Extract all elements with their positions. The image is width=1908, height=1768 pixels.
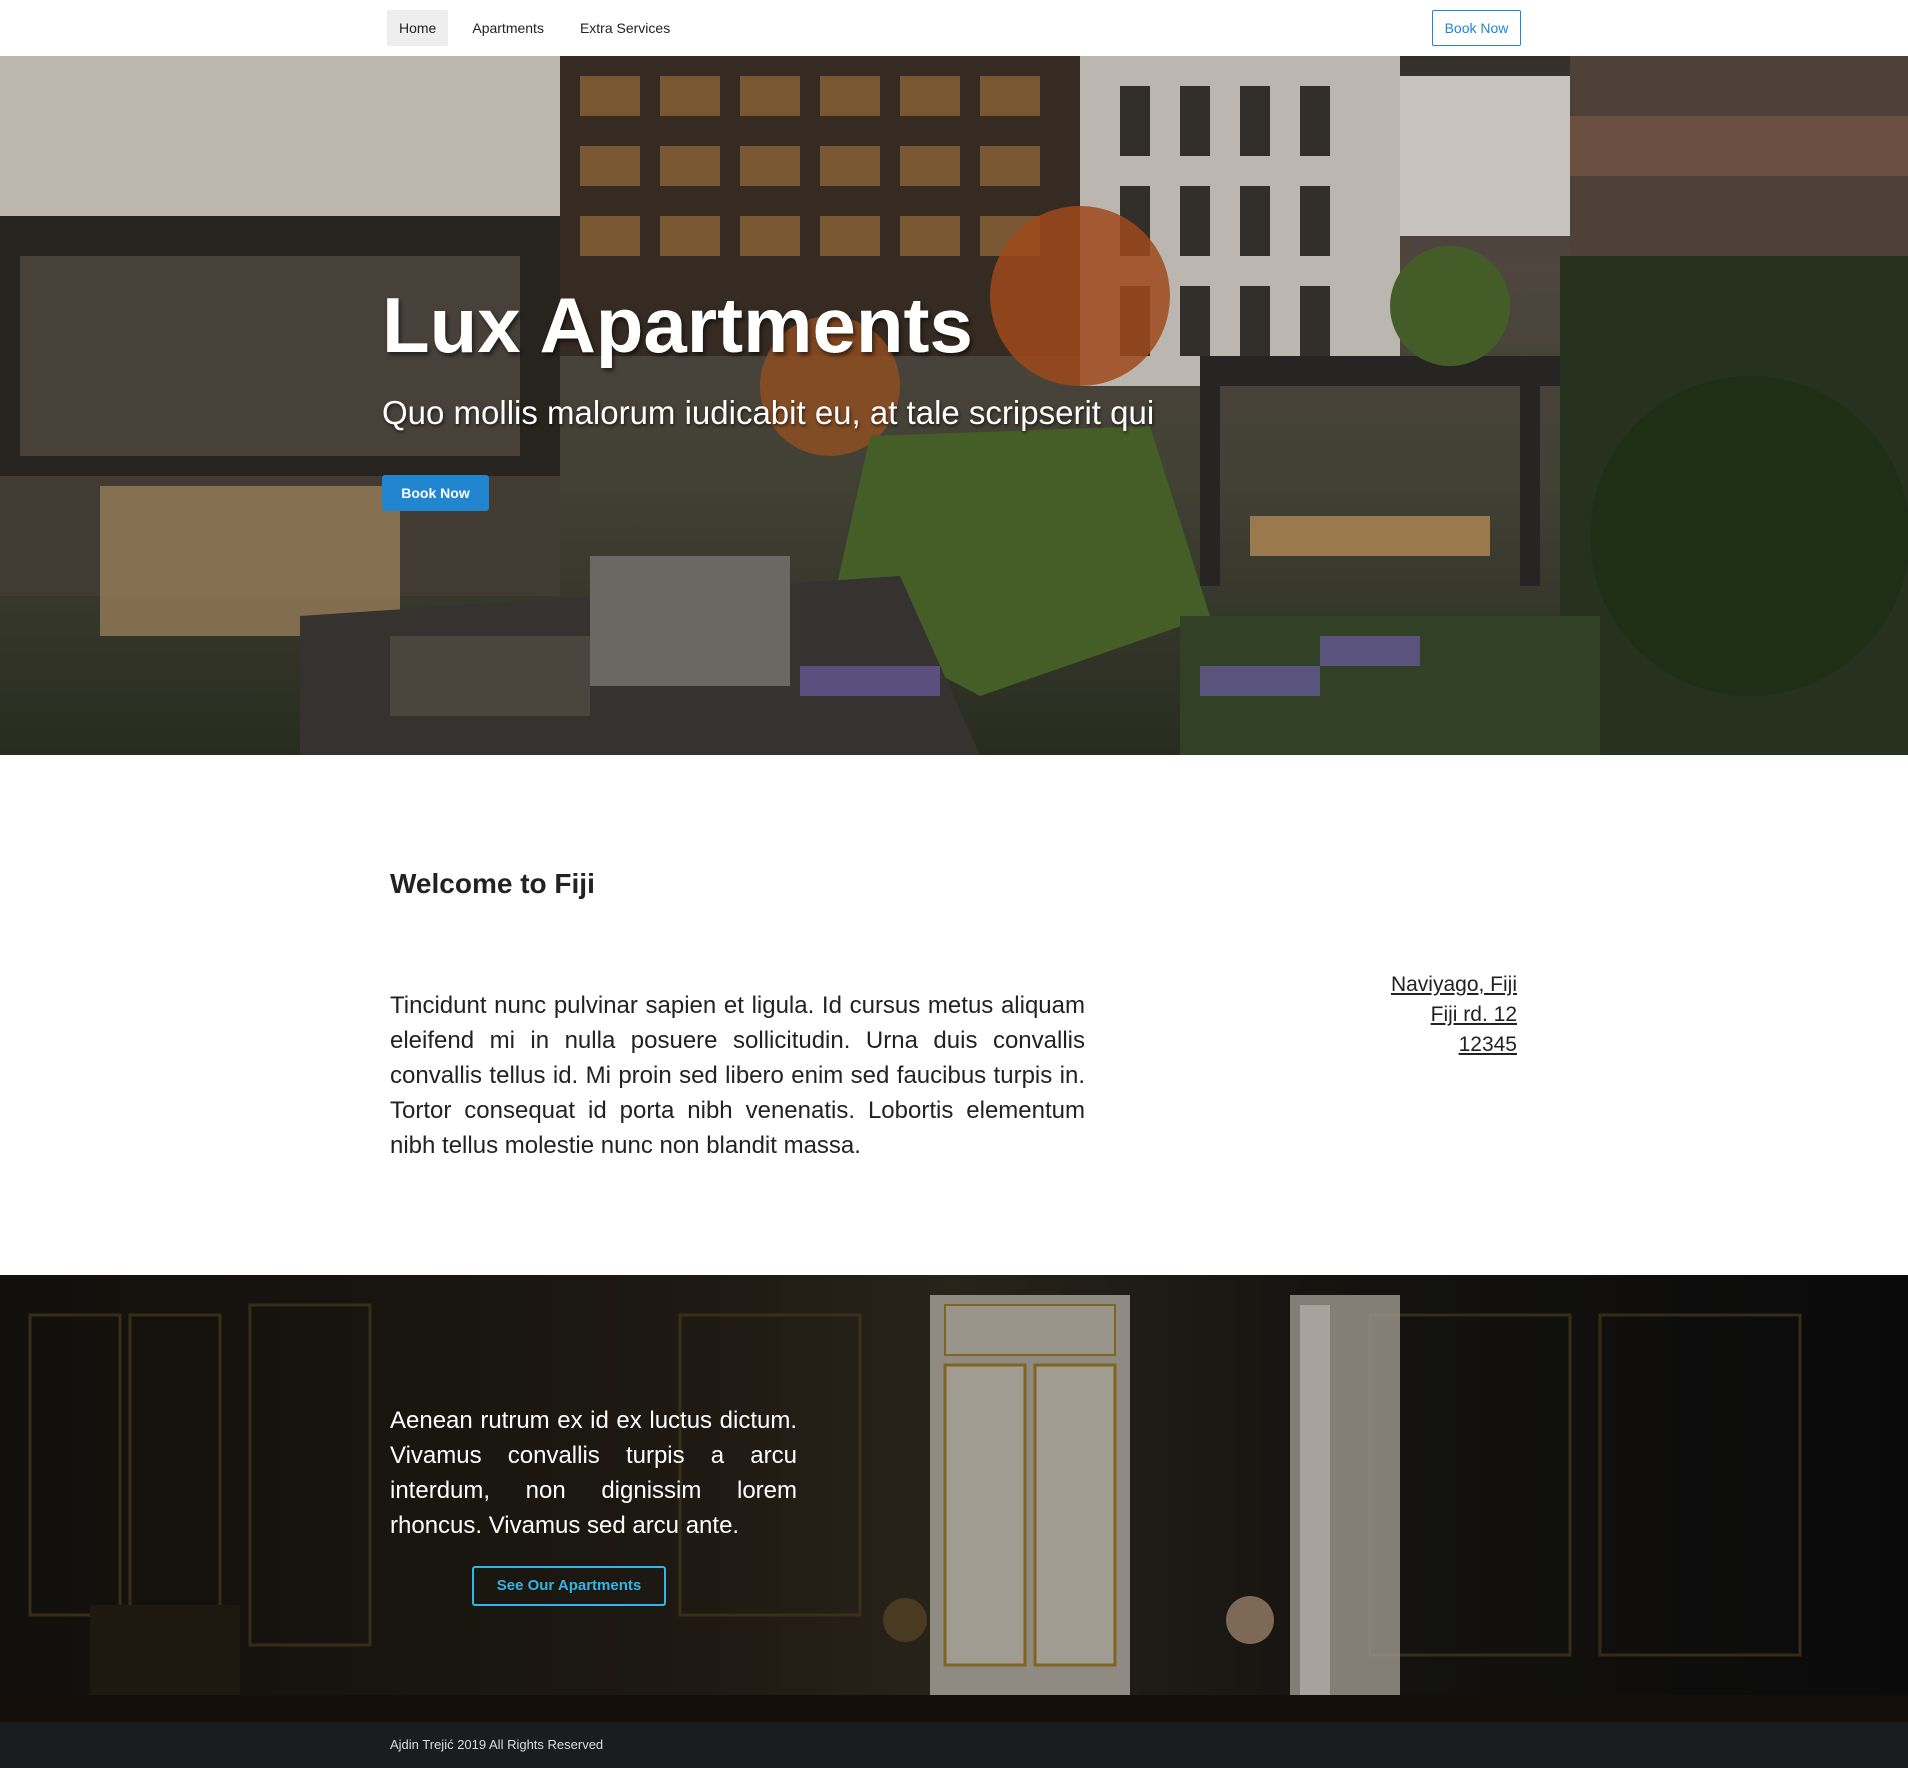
nav-links: Home Apartments Extra Services: [387, 10, 694, 46]
nav-link-home[interactable]: Home: [387, 10, 449, 46]
welcome-title: Welcome to Fiji: [390, 868, 595, 899]
address-line-zip[interactable]: 12345: [1300, 1030, 1517, 1060]
nav-link-extra-services[interactable]: Extra Services: [568, 10, 682, 46]
welcome-text: Tincidunt nunc pulvinar sapien et ligula…: [390, 992, 1085, 1159]
address-block: Naviyago, Fiji Fiji rd. 12 12345: [1300, 970, 1517, 1060]
hero-subtitle: Quo mollis malorum iudicabit eu, at tale…: [382, 394, 1155, 431]
top-navbar: Home Apartments Extra Services Book Now: [0, 0, 1908, 56]
promo-background-image: [0, 1275, 1908, 1722]
hero-title: Lux Apartments: [382, 281, 973, 369]
address-line-street[interactable]: Fiji rd. 12: [1300, 1000, 1517, 1030]
nav-link-apartments[interactable]: Apartments: [460, 10, 556, 46]
footer-copyright: Ajdin Trejić 2019 All Rights Reserved: [390, 1737, 604, 1752]
see-apartments-button[interactable]: See Our Apartments: [472, 1566, 666, 1606]
hero-section: Lux Apartments Quo mollis malorum iudica…: [0, 56, 1908, 755]
promo-text: Aenean rutrum ex id ex luctus dictum. Vi…: [390, 1407, 797, 1539]
address-line-city[interactable]: Naviyago, Fiji: [1300, 970, 1517, 1000]
footer: Ajdin Trejić 2019 All Rights Reserved: [0, 1722, 1908, 1768]
hero-book-now-button[interactable]: Book Now: [382, 475, 489, 511]
nav-book-now-button[interactable]: Book Now: [1432, 10, 1521, 46]
promo-section: Aenean rutrum ex id ex luctus dictum. Vi…: [0, 1275, 1908, 1722]
